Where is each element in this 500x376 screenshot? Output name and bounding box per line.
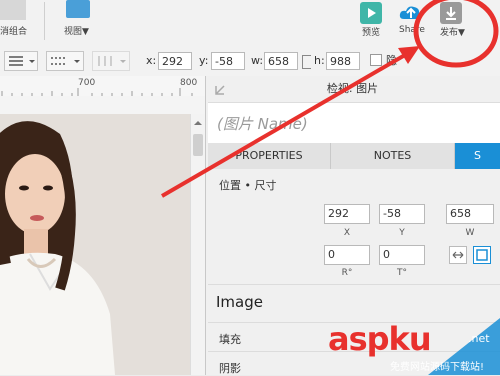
image-name-input[interactable]: (图片 Name) bbox=[208, 102, 500, 144]
canvas-vertical-scrollbar[interactable] bbox=[190, 114, 206, 375]
x-label: x: bbox=[146, 54, 157, 67]
ruler-tick-700: 700 bbox=[78, 78, 96, 88]
fill-label[interactable]: 填充 bbox=[219, 331, 241, 347]
image-name-placeholder: (图片 Name) bbox=[217, 115, 308, 133]
panel-y-label: Y bbox=[399, 228, 405, 238]
rotation-input[interactable]: 0 bbox=[324, 245, 370, 265]
tab-properties[interactable]: PROPERTIES bbox=[208, 143, 331, 169]
align-left-dropdown[interactable] bbox=[4, 51, 38, 71]
expand-image-icon[interactable] bbox=[473, 246, 491, 264]
canvas-header-strip bbox=[0, 96, 205, 115]
panel-x-label: X bbox=[343, 228, 351, 238]
view-icon[interactable] bbox=[66, 0, 90, 18]
scroll-up-icon[interactable] bbox=[193, 118, 203, 128]
panel-w-input[interactable]: 658 bbox=[446, 204, 494, 224]
cancel-combine-label[interactable]: 消组合 bbox=[0, 24, 27, 37]
distribute-dropdown[interactable] bbox=[46, 51, 84, 71]
hidden-checkbox[interactable] bbox=[370, 54, 382, 66]
watermark-brand: aspku bbox=[328, 320, 432, 358]
publish-menu-button[interactable]: 发布▼ bbox=[440, 25, 465, 38]
horizontal-ruler: 700 800 bbox=[0, 76, 205, 97]
fit-image-icon[interactable] bbox=[449, 246, 467, 264]
tab-notes[interactable]: NOTES bbox=[331, 143, 455, 169]
scrollbar-thumb[interactable] bbox=[193, 134, 203, 156]
h-label: h: bbox=[314, 54, 325, 67]
h-input[interactable]: 988 bbox=[326, 52, 360, 70]
lock-ratio-icon[interactable] bbox=[302, 55, 311, 69]
toolbar-divider bbox=[44, 2, 45, 40]
property-bar: x: 292 y: -58 w: 658 h: 988 隐 bbox=[0, 46, 500, 77]
w-label: w: bbox=[251, 54, 264, 67]
panel-w-label: W bbox=[465, 228, 475, 238]
cancel-combine-icon[interactable] bbox=[0, 0, 26, 20]
tab-style[interactable]: S bbox=[455, 143, 500, 169]
text-rotation-input[interactable]: 0 bbox=[379, 245, 425, 265]
publish-icon[interactable] bbox=[440, 2, 462, 24]
y-label: y: bbox=[199, 54, 209, 67]
ruler-tick-800: 800 bbox=[180, 78, 198, 88]
position-size-heading: 位置 • 尺寸 bbox=[219, 179, 277, 192]
share-button[interactable]: Share bbox=[399, 25, 425, 35]
watermark-domain: .net bbox=[468, 332, 490, 345]
x-input[interactable]: 292 bbox=[158, 52, 192, 70]
text-rotation-label: T° bbox=[397, 268, 407, 278]
inspector-title: 检视: 图片 bbox=[326, 82, 379, 95]
y-input[interactable]: -58 bbox=[211, 52, 245, 70]
panel-x-input[interactable]: 292 bbox=[324, 204, 370, 224]
image-section-heading: Image bbox=[216, 293, 263, 311]
cloud-upload-icon[interactable] bbox=[398, 2, 424, 24]
arrange-dropdown[interactable] bbox=[92, 51, 130, 71]
top-toolbar: 消组合 视图▼ 预览 Share 发布▼ bbox=[0, 0, 500, 47]
view-menu-button[interactable]: 视图▼ bbox=[64, 24, 89, 37]
hidden-label: 隐 bbox=[386, 54, 397, 67]
section-divider bbox=[208, 284, 500, 285]
watermark-tagline: 免费网站源码下载站! bbox=[390, 362, 485, 373]
rotation-label: R° bbox=[341, 268, 353, 278]
panel-y-input[interactable]: -58 bbox=[379, 204, 425, 224]
w-input[interactable]: 658 bbox=[264, 52, 298, 70]
inspector-tabs: PROPERTIES NOTES S bbox=[208, 143, 500, 169]
shadow-label[interactable]: 阴影 bbox=[219, 360, 241, 376]
aspku-watermark: aspku .net 免费网站源码下载站! bbox=[320, 318, 500, 375]
preview-button[interactable]: 预览 bbox=[362, 25, 380, 38]
canvas-image-woman-photo[interactable] bbox=[0, 114, 190, 375]
preview-icon[interactable] bbox=[360, 2, 382, 24]
